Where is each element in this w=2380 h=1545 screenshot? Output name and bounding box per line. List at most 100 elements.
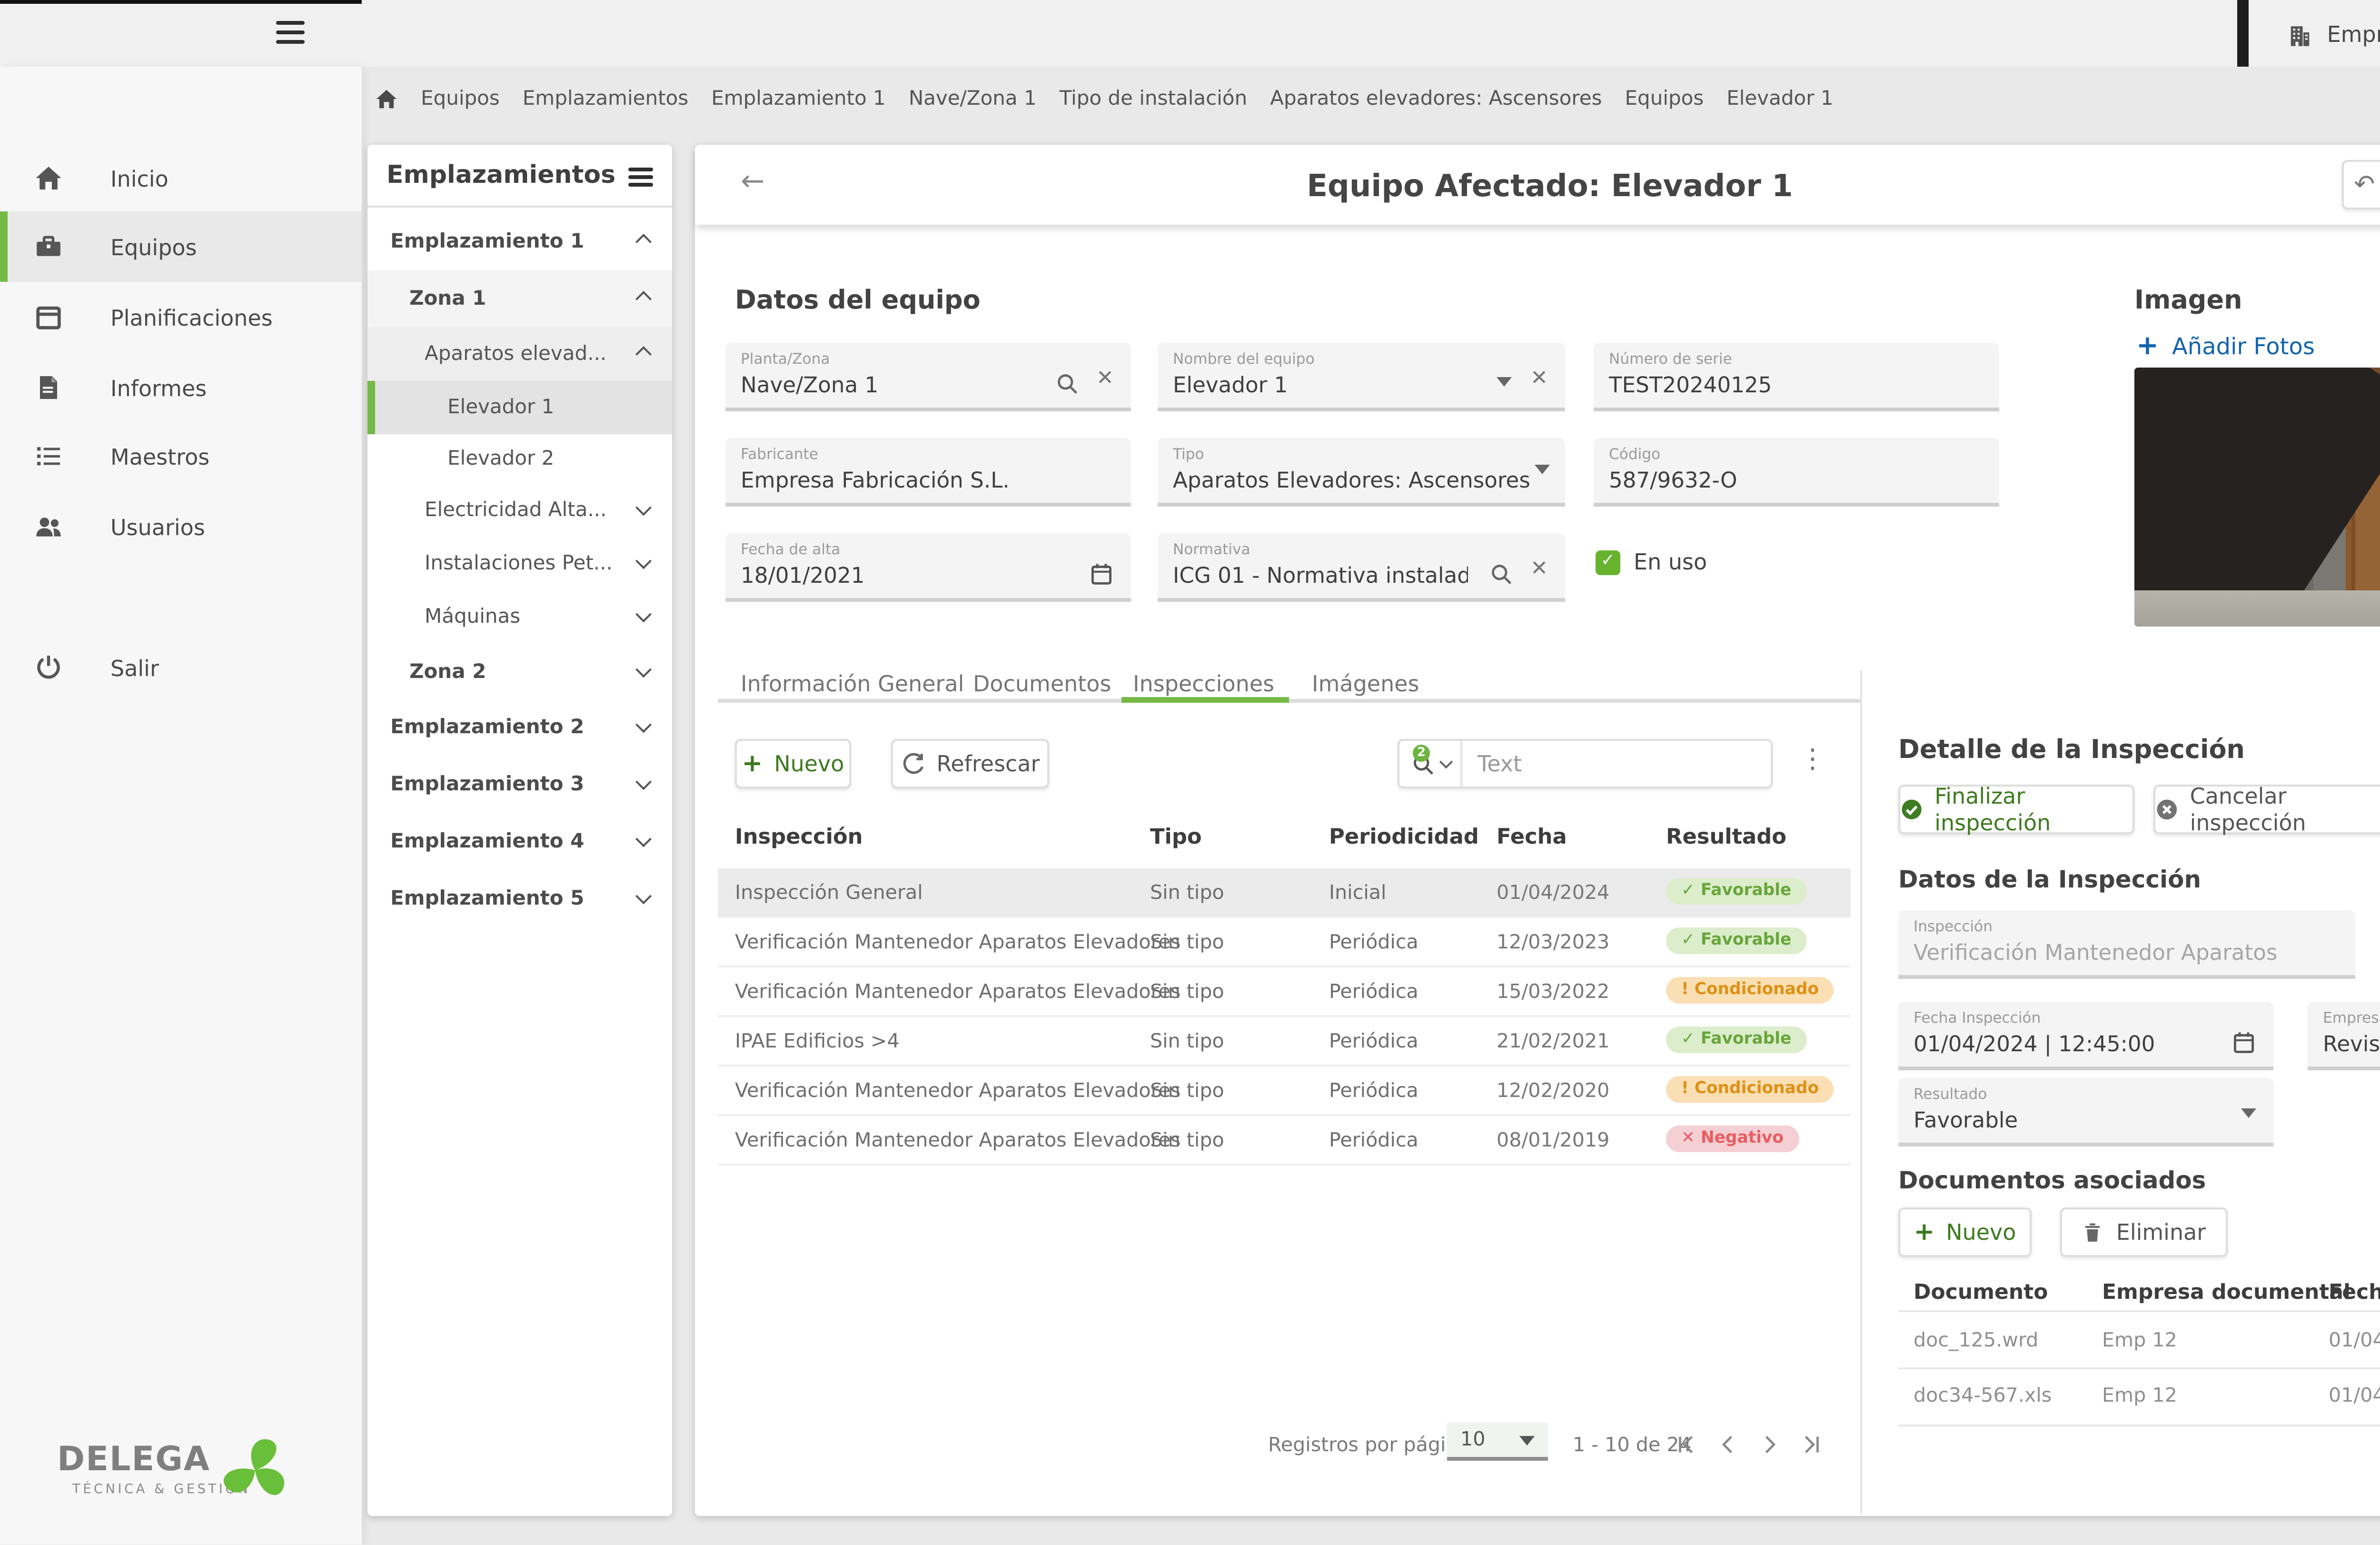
field-label: Número de serie — [1609, 350, 1732, 368]
field-fecha-alta[interactable]: Fecha de alta 18/01/2021 — [725, 533, 1131, 602]
breadcrumb-item[interactable]: Emplazamiento 1 — [711, 88, 886, 110]
field-value: Elevador 1 — [1173, 372, 1288, 397]
sidebar-item-inicio[interactable]: Inicio — [0, 143, 362, 213]
cancel-inspection-button[interactable]: Cancelar inspección — [2153, 783, 2380, 836]
add-photos-link[interactable]: + Añadir Fotos — [2136, 331, 2315, 362]
tree-node-electricidad-alta[interactable]: Electricidad Alta... — [367, 484, 672, 537]
field-tipo[interactable]: Tipo Aparatos Elevadores: Ascensores — [1158, 438, 1565, 507]
table-row[interactable]: Verificación Mantenedor Aparatos Elevado… — [718, 967, 1851, 1017]
tree-node-zona-1[interactable]: Zona 1 — [367, 270, 672, 328]
breadcrumb-item[interactable]: Nave/Zona 1 — [909, 88, 1037, 110]
field-value: ICG 01 - Normativa instalad... — [1173, 563, 1468, 588]
tab-informacion-general[interactable]: Información General — [741, 670, 964, 697]
field-value: Revisiones S.A. — [2323, 1031, 2380, 1056]
main-panel: ← Equipo Afectado: Elevador 1 ↶ Deshacer… — [695, 145, 2380, 1516]
field-fecha-inspeccion[interactable]: Fecha Inspección 01/04/2024 | 12:45:00 — [1898, 1002, 2273, 1070]
tab-imagenes[interactable]: Imágenes — [1312, 670, 1419, 697]
delete-document-button[interactable]: Eliminar — [2060, 1207, 2228, 1257]
en-uso-checkbox[interactable]: ✓ En uso — [1596, 548, 1707, 575]
tree-node-aparatos-elevadores[interactable]: Aparatos elevad... — [367, 328, 672, 381]
sidebar-item-equipos[interactable]: Equipos — [0, 211, 362, 282]
clear-icon[interactable]: ✕ — [1530, 366, 1548, 390]
sidebar-item-usuarios[interactable]: Usuarios — [0, 491, 362, 562]
tree-node-emplazamiento-5[interactable]: Emplazamiento 5 — [367, 870, 672, 927]
back-button[interactable]: ← — [741, 164, 764, 198]
field-nombre-equipo[interactable]: Nombre del equipo Elevador 1 ✕ — [1158, 343, 1565, 411]
tree-node-emplazamiento-2[interactable]: Emplazamiento 2 — [367, 699, 672, 756]
breadcrumb-item[interactable]: Equipos — [421, 88, 500, 110]
clear-icon[interactable]: ✕ — [1530, 556, 1548, 581]
field-empresa-revisora[interactable]: Empresa Revisora Revisiones S.A. — [2308, 1002, 2380, 1070]
home-icon — [34, 164, 63, 192]
chevron-down-icon — [635, 831, 652, 847]
company-selector[interactable]: Empresa 1 — [2327, 20, 2380, 47]
filter-search-button[interactable]: 2 — [1399, 741, 1462, 787]
tree-node-emplazamiento-3[interactable]: Emplazamiento 3 — [367, 756, 672, 813]
tree-node-elevador-2[interactable]: Elevador 2 — [367, 434, 672, 484]
breadcrumb-item[interactable]: Aparatos elevadores: Ascensores — [1270, 88, 1602, 110]
table-row[interactable]: Verificación Mantenedor Aparatos Elevado… — [718, 918, 1851, 967]
field-value: Empresa Fabricación S.L. — [741, 468, 1010, 492]
table-row[interactable]: Inspección General Sin tipo Inicial 01/0… — [718, 868, 1851, 918]
sidebar-item-planificaciones[interactable]: Planificaciones — [0, 282, 362, 352]
refresh-button[interactable]: Refrescar — [891, 739, 1049, 788]
sidebar-item-maestros[interactable]: Maestros — [0, 421, 362, 491]
breadcrumb-item[interactable]: Emplazamientos — [523, 88, 688, 110]
chevron-down-icon — [635, 717, 652, 733]
field-value: Verificación Mantenedor Aparatos — [1914, 940, 2278, 965]
tree-node-emplazamiento-1[interactable]: Emplazamiento 1 — [367, 213, 672, 270]
finalize-inspection-button[interactable]: Finalizar inspección — [1898, 783, 2134, 836]
column-header: Fecha inspección — [2329, 1280, 2380, 1305]
home-icon[interactable] — [375, 88, 398, 110]
last-page-icon[interactable] — [1801, 1434, 1822, 1455]
field-resultado[interactable]: Resultado Favorable — [1898, 1078, 2273, 1146]
field-label: Código — [1609, 446, 1661, 463]
breadcrumb-item[interactable]: Equipos — [1625, 88, 1704, 110]
sidebar-toggle-hamburger-icon[interactable] — [276, 21, 305, 44]
tree-node-elevador-1[interactable]: Elevador 1 — [367, 381, 672, 434]
search-icon[interactable] — [1055, 368, 1080, 394]
breadcrumb-item[interactable]: Elevador 1 — [1726, 88, 1833, 110]
sidebar-item-informes[interactable]: Informes — [0, 352, 362, 423]
page-size-select[interactable]: 10 — [1447, 1423, 1548, 1461]
field-inspeccion: Inspección Verificación Mantenedor Apara… — [1898, 910, 2355, 979]
tree-node-zona-2[interactable]: Zona 2 — [367, 644, 672, 699]
next-page-icon[interactable] — [1759, 1434, 1780, 1455]
caret-down-icon[interactable] — [1497, 377, 1512, 387]
field-value: Nave/Zona 1 — [741, 372, 879, 397]
field-planta-zona[interactable]: Planta/Zona Nave/Zona 1 ✕ — [725, 343, 1131, 411]
clear-icon[interactable]: ✕ — [1096, 366, 1114, 390]
field-label: Fecha de alta — [741, 541, 841, 558]
field-numero-serie[interactable]: Número de serie TEST20240125 — [1594, 343, 1999, 411]
tree-node-emplazamiento-4[interactable]: Emplazamiento 4 — [367, 813, 672, 870]
breadcrumb-item[interactable]: Tipo de instalación — [1060, 88, 1248, 110]
new-document-button[interactable]: + Nuevo — [1898, 1207, 2032, 1257]
caret-down-icon[interactable] — [2241, 1108, 2256, 1118]
first-page-icon[interactable] — [1676, 1434, 1696, 1455]
tree-node-maquinas[interactable]: Máquinas — [367, 590, 672, 644]
caret-down-icon[interactable] — [1535, 465, 1550, 474]
undo-button[interactable]: ↶ Deshacer — [2342, 160, 2380, 209]
tree-panel: Emplazamientos Emplazamiento 1 Zona 1 Ap… — [367, 145, 672, 1516]
field-normativa[interactable]: Normativa ICG 01 - Normativa instalad...… — [1158, 533, 1565, 602]
field-label: Resultado — [1914, 1086, 1987, 1103]
field-codigo[interactable]: Código 587/9632-O — [1594, 438, 1999, 507]
tree-node-instalaciones-pet[interactable]: Instalaciones Pet... — [367, 537, 672, 590]
tab-documentos[interactable]: Documentos — [973, 670, 1111, 697]
status-badge: ✓ Favorable — [1666, 927, 1807, 954]
table-row[interactable]: Verificación Mantenedor Aparatos Elevado… — [718, 1116, 1851, 1166]
status-badge: ✓ Favorable — [1666, 1027, 1807, 1053]
calendar-icon[interactable] — [2231, 1027, 2256, 1053]
tab-inspecciones[interactable]: Inspecciones — [1133, 670, 1274, 697]
field-fabricante[interactable]: Fabricante Empresa Fabricación S.L. — [725, 438, 1131, 507]
kebab-menu-icon[interactable]: ⋮ — [1799, 745, 1826, 775]
table-row[interactable]: IPAE Edificios >4 Sin tipo Periódica 21/… — [718, 1017, 1851, 1067]
tree-panel-menu-icon[interactable] — [628, 168, 653, 187]
calendar-icon[interactable] — [1089, 558, 1114, 585]
sidebar-item-salir[interactable]: Salir — [0, 632, 362, 703]
new-inspection-button[interactable]: + Nuevo — [735, 739, 851, 788]
prev-page-icon[interactable] — [1717, 1434, 1738, 1455]
table-row[interactable]: Verificación Mantenedor Aparatos Elevado… — [718, 1067, 1851, 1116]
search-input[interactable] — [1462, 741, 1771, 787]
search-icon[interactable] — [1489, 558, 1514, 585]
